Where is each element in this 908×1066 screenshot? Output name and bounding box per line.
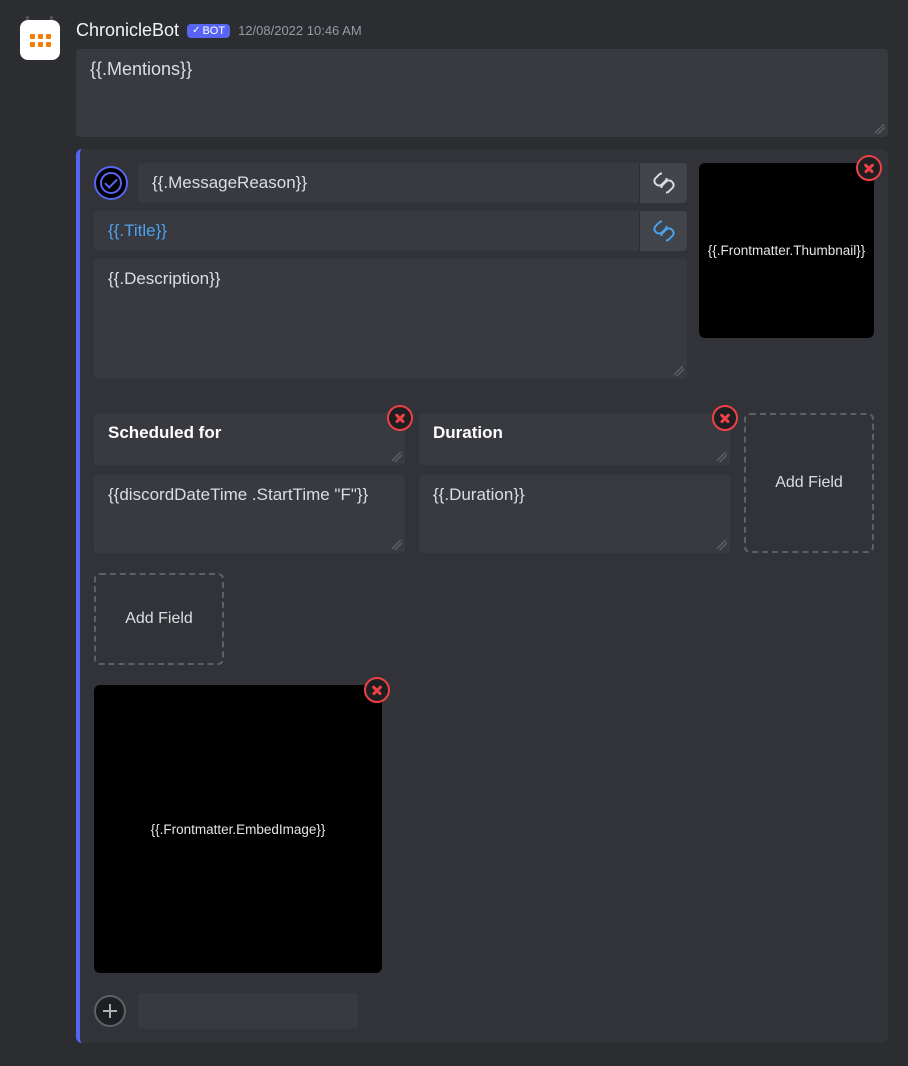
author-name-input[interactable]: {{.MessageReason}} (138, 163, 639, 203)
link-icon (654, 221, 674, 241)
author-icon-button[interactable] (94, 166, 128, 200)
add-field-button-inline[interactable]: Add Field (744, 413, 874, 553)
thumbnail-placeholder[interactable]: {{.Frontmatter.Thumbnail}} (699, 163, 874, 338)
checkmark-icon (100, 172, 122, 194)
field-value-input[interactable]: {{discordDateTime .StartTime "F"}} (94, 475, 405, 553)
field-value-input[interactable]: {{.Duration}} (419, 475, 730, 553)
author-url-button[interactable] (639, 163, 687, 203)
remove-field-button[interactable] (387, 405, 413, 431)
title-url-button[interactable] (639, 211, 687, 251)
remove-field-button[interactable] (712, 405, 738, 431)
description-input[interactable]: {{.Description}} (94, 259, 687, 379)
message-header: ChronicleBot BOT 12/08/2022 10:46 AM (76, 20, 888, 41)
embed-container: {{.MessageReason}} {{.Title}} (76, 149, 888, 1043)
remove-image-button[interactable] (364, 677, 390, 703)
link-icon (654, 173, 674, 193)
field-name-input[interactable]: Duration (419, 413, 730, 465)
author-input-group: {{.MessageReason}} (138, 163, 687, 203)
bot-tag: BOT (187, 24, 230, 38)
footer-text-input[interactable] (138, 993, 358, 1029)
message-container: ChronicleBot BOT 12/08/2022 10:46 AM {{.… (20, 20, 888, 1043)
bot-avatar (20, 20, 60, 60)
footer-icon-add-button[interactable] (94, 995, 126, 1027)
footer-row (94, 993, 874, 1029)
add-field-button-row[interactable]: Add Field (94, 573, 224, 665)
field-name-input[interactable]: Scheduled for (94, 413, 405, 465)
fields-row: Scheduled for {{discordDateTime .StartTi… (94, 413, 874, 553)
username: ChronicleBot (76, 20, 179, 41)
embed-image-placeholder[interactable]: {{.Frontmatter.EmbedImage}} (94, 685, 382, 973)
message-timestamp: 12/08/2022 10:46 AM (238, 23, 362, 38)
mentions-input[interactable]: {{.Mentions}} (76, 49, 888, 137)
title-input[interactable]: {{.Title}} (94, 211, 639, 251)
field-0: Scheduled for {{discordDateTime .StartTi… (94, 413, 405, 553)
remove-thumbnail-button[interactable] (856, 155, 882, 181)
title-input-group: {{.Title}} (94, 211, 687, 251)
field-1: Duration {{.Duration}} (419, 413, 730, 553)
